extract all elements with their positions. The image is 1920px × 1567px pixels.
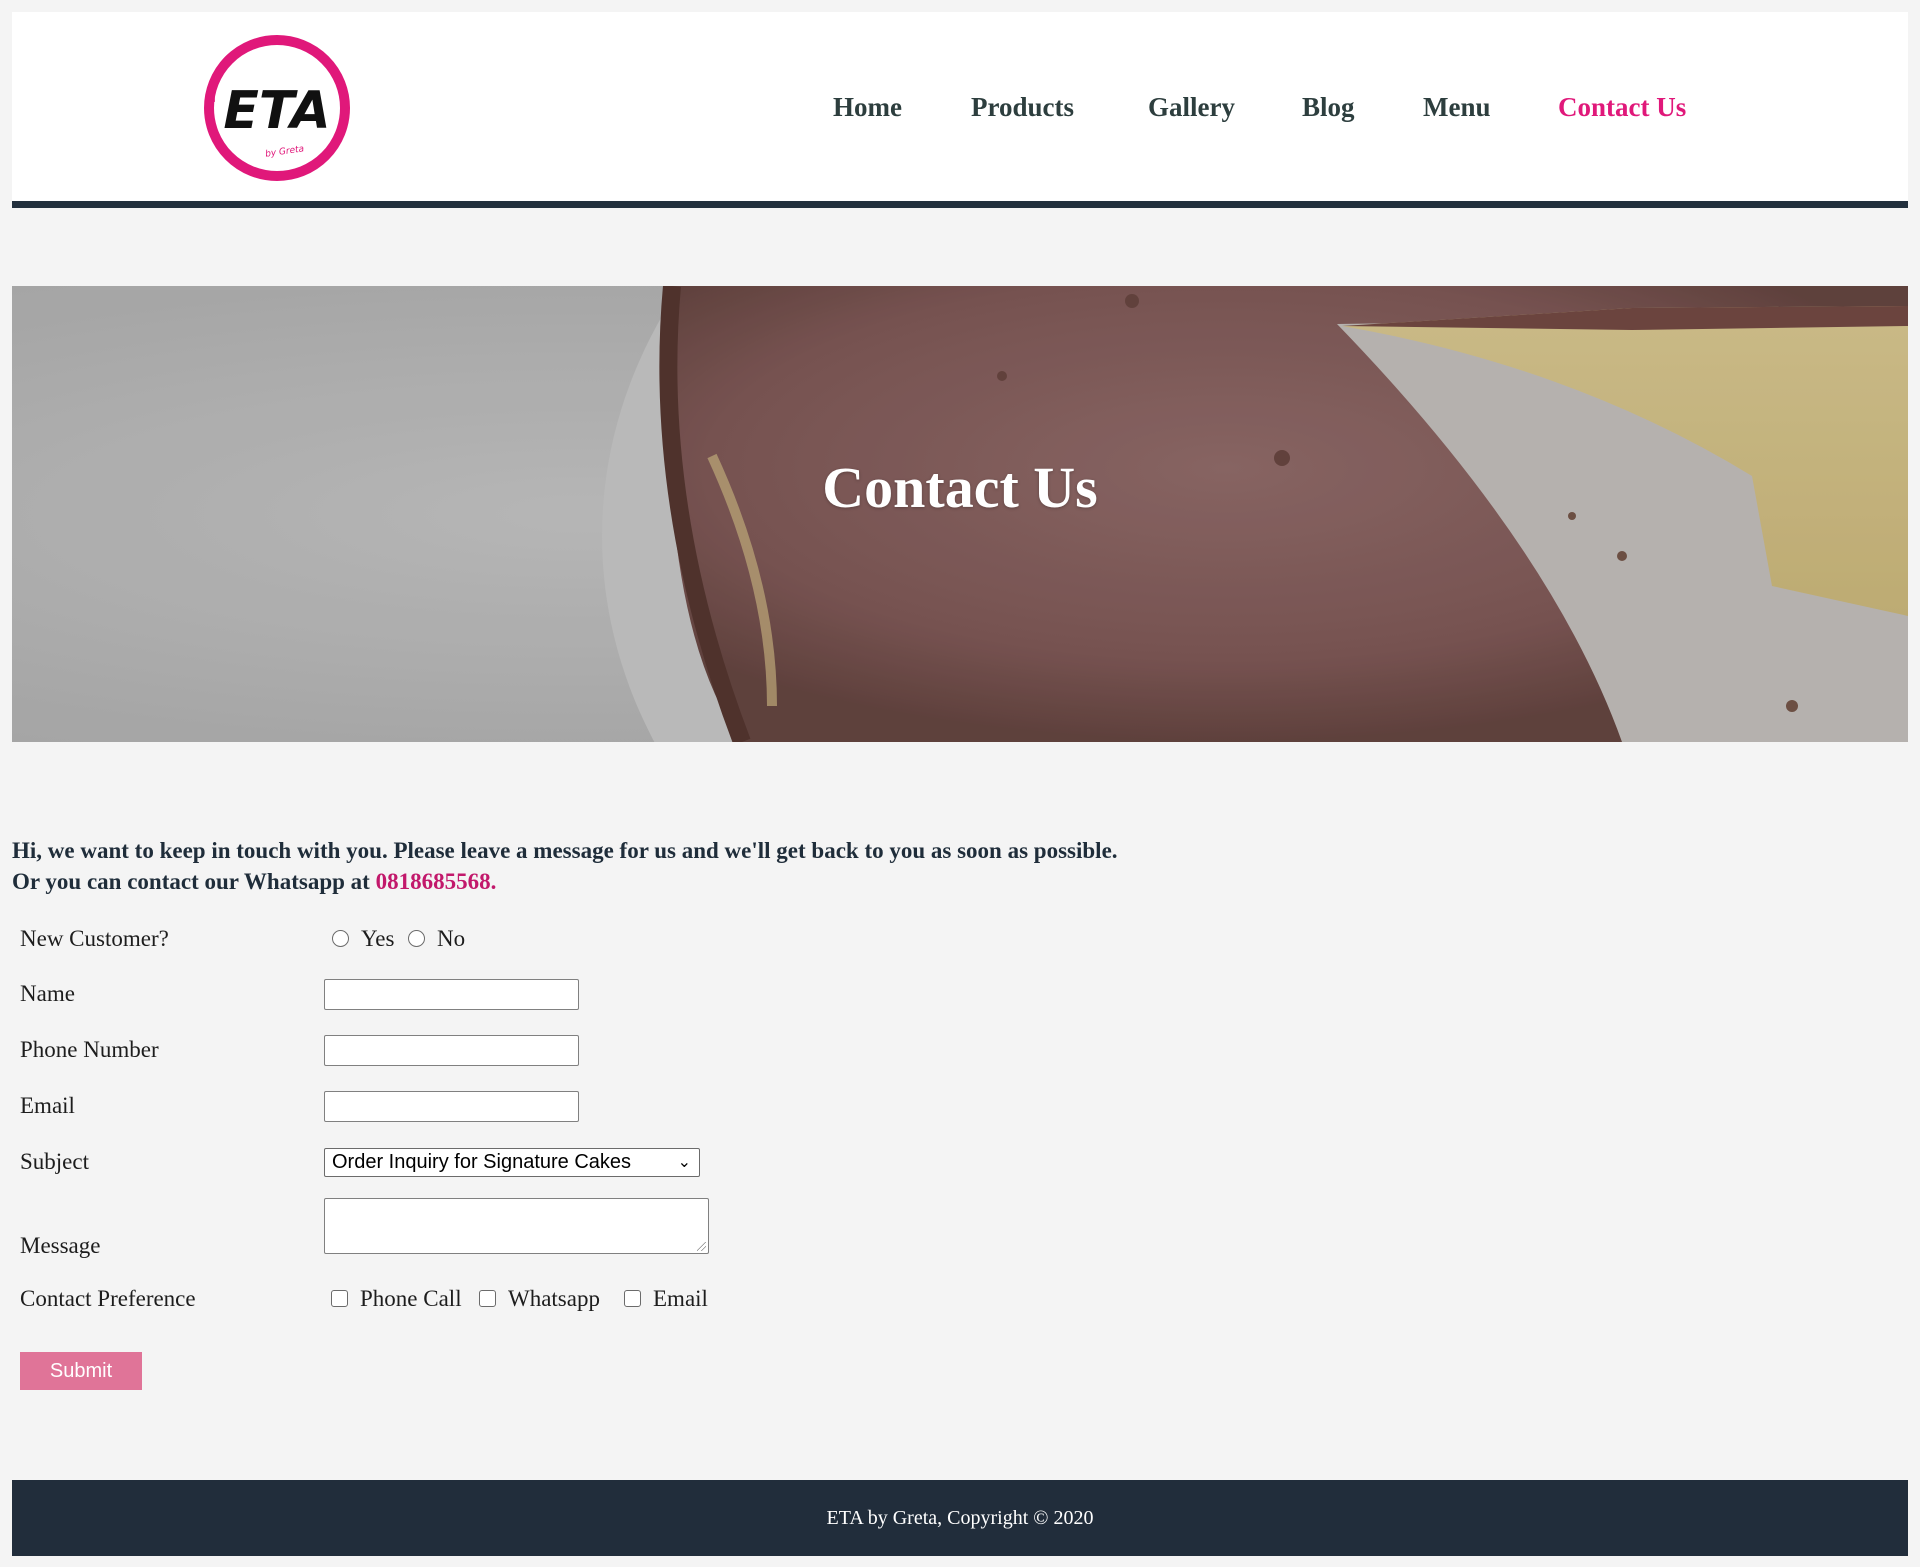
nav-blog[interactable]: Blog (1302, 92, 1355, 123)
name-input[interactable] (324, 979, 579, 1010)
nav-home[interactable]: Home (833, 92, 902, 123)
name-label: Name (20, 981, 75, 1006)
pref-phone-call-checkbox[interactable] (331, 1290, 348, 1307)
site-footer: ETA by Greta, Copyright © 2020 (12, 1480, 1908, 1556)
email-label: Email (20, 1093, 75, 1118)
pref-phone-call-label: Phone Call (360, 1286, 462, 1311)
nav-contact-us[interactable]: Contact Us (1558, 92, 1686, 123)
logo[interactable]: ETA by Greta (201, 32, 353, 184)
pref-email-checkbox[interactable] (624, 1290, 641, 1307)
nav-products[interactable]: Products (971, 92, 1074, 123)
hero-banner: Contact Us (12, 286, 1908, 742)
email-input[interactable] (324, 1091, 579, 1122)
subject-label: Subject (20, 1149, 89, 1174)
pref-whatsapp-label: Whatsapp (508, 1286, 600, 1311)
hero-title: Contact Us (822, 455, 1098, 520)
phone-label: Phone Number (20, 1037, 159, 1062)
pref-email-label: Email (653, 1286, 708, 1311)
nav-gallery[interactable]: Gallery (1148, 92, 1235, 123)
intro-line-1: Hi, we want to keep in touch with you. P… (12, 838, 1118, 863)
subject-select[interactable]: Order Inquiry for Signature Cakes ⌄ (324, 1148, 700, 1177)
message-textarea[interactable] (324, 1198, 709, 1254)
pref-whatsapp-checkbox[interactable] (479, 1290, 496, 1307)
subject-selected-value: Order Inquiry for Signature Cakes (332, 1151, 632, 1173)
logo-text: ETA (223, 81, 330, 141)
intro-line-2: Or you can contact our Whatsapp at 08186… (12, 866, 1908, 897)
new-customer-yes-label: Yes (361, 926, 395, 951)
chevron-down-icon: ⌄ (677, 1154, 691, 1171)
nav-menu[interactable]: Menu (1423, 92, 1491, 123)
new-customer-yes-radio[interactable] (332, 930, 349, 947)
logo-icon: ETA by Greta (204, 35, 350, 181)
logo-subtext: by Greta (265, 144, 305, 159)
footer-copyright: ETA by Greta, Copyright © 2020 (826, 1507, 1094, 1529)
new-customer-no-radio[interactable] (408, 930, 425, 947)
intro-text: Hi, we want to keep in touch with you. P… (12, 835, 1908, 897)
new-customer-label: New Customer? (20, 926, 169, 951)
whatsapp-number[interactable]: 0818685568. (376, 869, 497, 894)
resize-handle-icon[interactable] (697, 1242, 706, 1251)
site-header: ETA by Greta Home Products Gallery Blog … (12, 12, 1908, 208)
submit-button[interactable]: Submit (20, 1352, 142, 1390)
intro-line-2-prefix: Or you can contact our Whatsapp at (12, 869, 376, 894)
phone-input[interactable] (324, 1035, 579, 1066)
new-customer-no-label: No (437, 926, 466, 951)
contact-preference-label: Contact Preference (20, 1286, 196, 1311)
message-label: Message (20, 1233, 101, 1258)
